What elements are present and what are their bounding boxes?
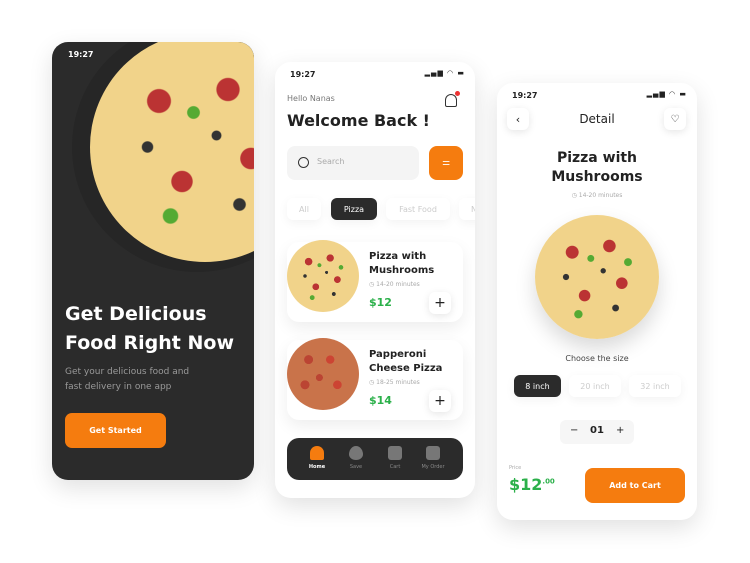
clock-icon: ◷ bbox=[571, 192, 579, 199]
decrement-button[interactable]: − bbox=[570, 425, 578, 436]
food-card[interactable]: Papperoni Cheese Pizza ◷ 18-25 minutes $1… bbox=[287, 338, 463, 420]
add-to-cart-button[interactable]: Add to Cart bbox=[585, 468, 685, 503]
nav-label: Save bbox=[349, 464, 363, 470]
category-fast-food[interactable]: Fast Food bbox=[386, 198, 450, 220]
heart-icon bbox=[349, 446, 363, 460]
signal-wifi-battery-icon: ▂▄▆ ◠ ▬ bbox=[424, 69, 465, 77]
food-name: Papperoni Cheese Pizza bbox=[369, 348, 442, 376]
food-name: Pizza with Mushrooms bbox=[369, 250, 434, 278]
price: $12.00 bbox=[509, 475, 555, 494]
size-20-inch[interactable]: 20 inch bbox=[569, 375, 621, 397]
favorite-button[interactable]: ♡ bbox=[664, 108, 686, 130]
filter-icon: ⚌ bbox=[441, 158, 451, 168]
status-time: 19:27 bbox=[290, 70, 316, 79]
category-more[interactable]: N bbox=[459, 198, 475, 220]
onboarding-screen: 19:27 Get Delicious Food Right Now Get y… bbox=[52, 42, 254, 480]
bag-icon bbox=[388, 446, 402, 460]
food-card[interactable]: Pizza with Mushrooms ◷ 14-20 minutes $12 … bbox=[287, 240, 463, 322]
nav-label: Home bbox=[308, 464, 326, 470]
notification-dot bbox=[455, 91, 460, 96]
status-time: 19:27 bbox=[68, 50, 94, 59]
increment-button[interactable]: + bbox=[616, 425, 624, 436]
food-time-text: 14-20 minutes bbox=[376, 281, 420, 288]
home-icon bbox=[310, 446, 324, 460]
document-icon bbox=[426, 446, 440, 460]
bell-icon[interactable] bbox=[445, 91, 460, 107]
quantity-value: 01 bbox=[590, 425, 604, 436]
price-cents: .00 bbox=[542, 477, 555, 486]
bottom-nav: Home Save Cart My Order bbox=[287, 438, 463, 480]
food-name-line: Pizza with bbox=[369, 251, 427, 262]
quantity-stepper: − 01 + bbox=[560, 420, 634, 444]
price-label: Price bbox=[509, 465, 522, 471]
onboarding-title: Get Delicious Food Right Now bbox=[65, 300, 234, 358]
size-32-inch[interactable]: 32 inch bbox=[629, 375, 681, 397]
nav-my-order[interactable]: My Order bbox=[411, 446, 455, 470]
food-time-text: 18-25 minutes bbox=[376, 379, 420, 386]
food-name-line: Cheese Pizza bbox=[369, 363, 443, 374]
product-name: Pizza with Mushrooms bbox=[497, 149, 697, 187]
product-image bbox=[535, 215, 659, 339]
title-line: Get Delicious bbox=[65, 303, 207, 325]
nav-save[interactable]: Save bbox=[334, 446, 378, 470]
product-name-line: Pizza with bbox=[556, 150, 638, 166]
home-screen: 19:27 ▂▄▆ ◠ ▬ Hello Nanas Welcome Back !… bbox=[275, 62, 475, 498]
food-time: ◷ 18-25 minutes bbox=[369, 379, 420, 386]
food-name-line: Papperoni bbox=[369, 349, 427, 360]
food-price: $14 bbox=[369, 394, 392, 407]
product-time-text: 14-20 minutes bbox=[578, 192, 623, 199]
food-name-line: Mushrooms bbox=[369, 265, 435, 276]
search-icon bbox=[298, 157, 309, 168]
greeting: Hello Nanas bbox=[287, 94, 335, 103]
product-name-line: Mushrooms bbox=[551, 169, 643, 185]
search-placeholder: Search bbox=[317, 157, 345, 166]
search-input[interactable]: Search bbox=[287, 146, 419, 180]
nav-label: Cart bbox=[389, 464, 401, 470]
status-time: 19:27 bbox=[512, 91, 538, 100]
page-title: Welcome Back ! bbox=[287, 111, 430, 130]
title-line: Food Right Now bbox=[65, 332, 235, 354]
get-started-button[interactable]: Get Started bbox=[65, 413, 166, 448]
signal-wifi-battery-icon: ▂▄▆ ◠ ▬ bbox=[646, 90, 687, 98]
detail-screen: 19:27 ▂▄▆ ◠ ▬ ‹ Detail ♡ Pizza with Mushr… bbox=[497, 83, 697, 520]
filter-button[interactable]: ⚌ bbox=[429, 146, 463, 180]
heart-icon: ♡ bbox=[670, 113, 680, 125]
add-button[interactable]: + bbox=[429, 390, 451, 412]
add-button[interactable]: + bbox=[429, 292, 451, 314]
nav-label: My Order bbox=[421, 464, 445, 470]
food-time: ◷ 14-20 minutes bbox=[369, 281, 420, 288]
subtitle-line: fast delivery in one app bbox=[65, 382, 172, 392]
category-pizza[interactable]: Pizza bbox=[331, 198, 377, 220]
subtitle-line: Get your delicious food and bbox=[65, 367, 190, 377]
food-price: $12 bbox=[369, 296, 392, 309]
size-label: Choose the size bbox=[565, 354, 629, 363]
food-image bbox=[287, 338, 359, 410]
onboarding-subtitle: Get your delicious food and fast deliver… bbox=[65, 365, 189, 395]
size-8-inch[interactable]: 8 inch bbox=[514, 375, 561, 397]
price-dollars: $12 bbox=[509, 475, 543, 494]
category-all[interactable]: All bbox=[287, 198, 321, 220]
nav-home[interactable]: Home bbox=[295, 446, 339, 470]
food-image bbox=[287, 240, 359, 312]
product-time: ◷ 14-20 minutes bbox=[497, 192, 697, 199]
